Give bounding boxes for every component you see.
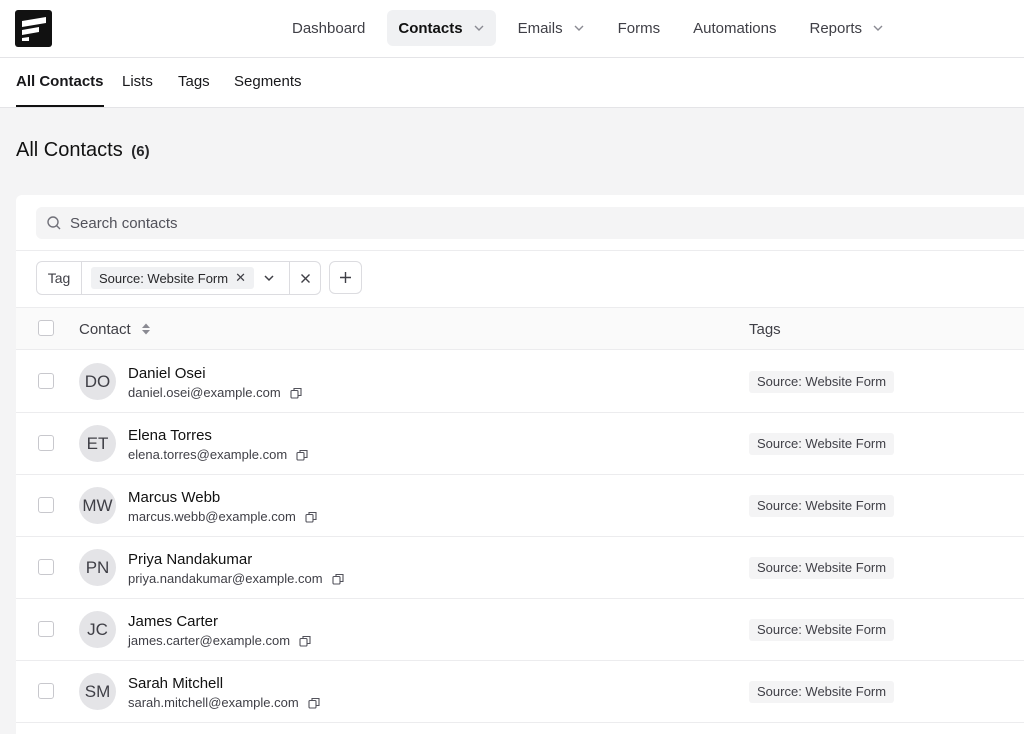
tab-tags[interactable]: Tags <box>178 58 210 107</box>
row-checkbox[interactable] <box>38 435 54 451</box>
contacts-subtabs: All Contacts Lists Tags Segments <box>0 58 1024 108</box>
row-checkbox[interactable] <box>38 373 54 389</box>
contact-email-wrap: james.carter@example.com <box>128 633 311 648</box>
avatar: SM <box>79 673 116 710</box>
contact-name[interactable]: Sarah Mitchell <box>128 675 223 692</box>
copy-icon[interactable] <box>290 387 302 399</box>
column-contact-label: Contact <box>79 321 131 338</box>
contact-email-wrap: priya.nandakumar@example.com <box>128 571 344 586</box>
row-checkbox[interactable] <box>38 559 54 575</box>
chevron-down-icon <box>873 25 883 31</box>
table-row[interactable]: DO Daniel Osei daniel.osei@example.com S… <box>16 351 1024 413</box>
contact-email: daniel.osei@example.com <box>128 385 281 400</box>
filter-chip: Source: Website Form ✕ <box>91 267 254 289</box>
nav-forms[interactable]: Forms <box>607 10 672 46</box>
plus-icon <box>340 272 351 283</box>
divider <box>16 250 1024 251</box>
contact-name[interactable]: Elena Torres <box>128 427 212 444</box>
contact-email: marcus.webb@example.com <box>128 509 296 524</box>
remove-chip-icon[interactable]: ✕ <box>235 270 246 286</box>
contact-name[interactable]: Daniel Osei <box>128 365 206 382</box>
tag-badge: Source: Website Form <box>749 619 895 641</box>
table-row[interactable]: SM Sarah Mitchell sarah.mitchell@example… <box>16 661 1024 723</box>
contact-email: james.carter@example.com <box>128 633 291 648</box>
search-input[interactable] <box>70 214 670 232</box>
nav-emails[interactable]: Emails <box>507 10 596 46</box>
tag-badge: Source: Website Form <box>749 557 895 579</box>
copy-icon[interactable] <box>332 573 344 585</box>
tag-badge: Source: Website Form <box>749 371 895 393</box>
row-checkbox[interactable] <box>38 621 54 637</box>
avatar: ET <box>79 425 116 462</box>
search-bar[interactable] <box>36 207 1024 239</box>
copy-icon[interactable] <box>296 449 308 461</box>
search-icon <box>47 216 61 230</box>
copy-icon[interactable] <box>299 635 311 647</box>
nav-reports[interactable]: Reports <box>798 10 895 46</box>
filter-label[interactable]: Tag <box>37 262 82 294</box>
tag-badge: Source: Website Form <box>749 433 895 455</box>
tab-all-contacts[interactable]: All Contacts <box>16 58 104 107</box>
tag-badge: Source: Website Form <box>749 495 895 517</box>
nav-reports-label: Reports <box>809 19 863 37</box>
chevron-down-icon[interactable] <box>263 272 275 284</box>
contact-email: priya.nandakumar@example.com <box>128 571 323 586</box>
avatar: MW <box>79 487 116 524</box>
page-title: All Contacts (6) <box>16 139 150 162</box>
avatar: PN <box>79 549 116 586</box>
copy-icon[interactable] <box>305 511 317 523</box>
filter-chip-label: Source: Website Form <box>99 270 229 286</box>
sort-icon[interactable] <box>141 322 151 336</box>
top-navbar: Dashboard Contacts Emails Forms Automati… <box>0 0 1024 58</box>
table-row[interactable]: PN Priya Nandakumar priya.nandakumar@exa… <box>16 537 1024 599</box>
add-filter-button[interactable] <box>329 261 362 294</box>
close-icon <box>300 273 310 283</box>
row-checkbox[interactable] <box>38 683 54 699</box>
contact-email-wrap: sarah.mitchell@example.com <box>128 695 320 710</box>
chevron-down-icon <box>574 25 584 31</box>
contact-email: sarah.mitchell@example.com <box>128 695 299 710</box>
app-logo[interactable] <box>15 10 52 47</box>
contact-email-wrap: marcus.webb@example.com <box>128 509 317 524</box>
table-row[interactable]: ET Elena Torres elena.torres@example.com… <box>16 413 1024 475</box>
nav-dashboard-label: Dashboard <box>292 19 366 37</box>
tab-segments[interactable]: Segments <box>234 58 302 107</box>
copy-icon[interactable] <box>308 697 320 709</box>
contact-name[interactable]: Marcus Webb <box>128 489 220 506</box>
page-title-text: All Contacts <box>16 139 123 161</box>
nav-automations-label: Automations <box>693 19 777 37</box>
row-checkbox[interactable] <box>38 497 54 513</box>
contact-name[interactable]: James Carter <box>128 613 218 630</box>
tab-lists[interactable]: Lists <box>122 58 153 107</box>
chevron-down-icon <box>474 25 484 31</box>
avatar: JC <box>79 611 116 648</box>
nav-contacts-label: Contacts <box>398 19 463 37</box>
contact-count: (6) <box>131 143 150 160</box>
contacts-card: Tag Source: Website Form ✕ Contact Tags … <box>16 195 1024 734</box>
nav-forms-label: Forms <box>617 19 661 37</box>
contact-email: elena.torres@example.com <box>128 447 288 462</box>
main-nav: Dashboard Contacts Emails Forms Automati… <box>281 10 906 46</box>
column-contact[interactable]: Contact <box>79 321 151 338</box>
table-header: Contact Tags <box>16 308 1024 350</box>
column-tags: Tags <box>749 321 781 338</box>
clear-filter-button[interactable] <box>290 262 320 294</box>
tag-filter: Tag Source: Website Form ✕ <box>36 261 321 295</box>
table-row[interactable]: JC James Carter james.carter@example.com… <box>16 599 1024 661</box>
nav-emails-label: Emails <box>517 19 563 37</box>
nav-contacts[interactable]: Contacts <box>387 10 496 46</box>
nav-automations[interactable]: Automations <box>682 10 787 46</box>
avatar: DO <box>79 363 116 400</box>
select-all-checkbox[interactable] <box>38 320 54 336</box>
table-row[interactable]: MW Marcus Webb marcus.webb@example.com S… <box>16 475 1024 537</box>
contact-email-wrap: daniel.osei@example.com <box>128 385 302 400</box>
nav-dashboard[interactable]: Dashboard <box>281 10 376 46</box>
filter-value-select[interactable]: Source: Website Form ✕ <box>82 262 290 294</box>
tag-badge: Source: Website Form <box>749 681 895 703</box>
contact-email-wrap: elena.torres@example.com <box>128 447 308 462</box>
contact-name[interactable]: Priya Nandakumar <box>128 551 252 568</box>
